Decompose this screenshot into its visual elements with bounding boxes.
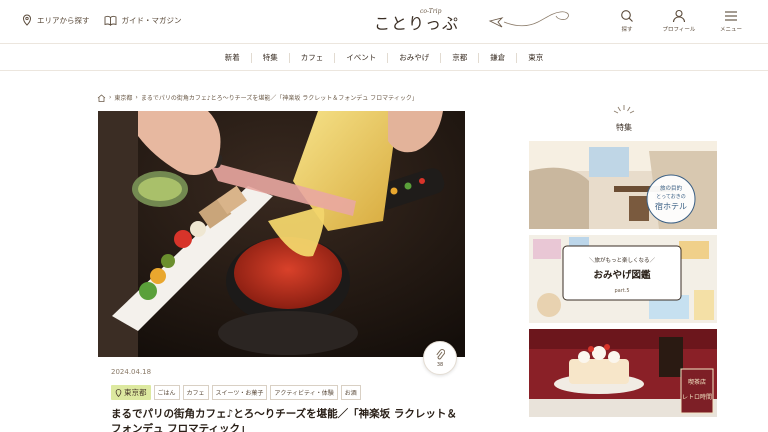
- hamburger-icon: [725, 11, 737, 21]
- header-left-links: エリアから探す ガイド・マガジン: [22, 14, 182, 26]
- feature-cafe-line1: 喫茶店: [688, 378, 706, 386]
- guide-magazine-label: ガイド・マガジン: [121, 15, 182, 25]
- feature-souvenir-line3: part.5: [614, 288, 629, 294]
- book-icon: [104, 15, 116, 26]
- nav-item-event[interactable]: イベント: [335, 52, 389, 63]
- feature-hotel-line2: とっておきの: [656, 193, 685, 200]
- nav-item-tokyo[interactable]: 東京: [517, 53, 554, 63]
- tag-gohan[interactable]: ごはん: [153, 385, 180, 400]
- feature-souvenir-line2: おみやげ図鑑: [593, 269, 651, 281]
- feature-cafe-image: 喫茶店 レトロ時間: [529, 329, 717, 417]
- sidebar-heading: 特集: [612, 101, 636, 133]
- area-tag-label: 東京都: [124, 388, 147, 397]
- tag-activity[interactable]: アクティビティ・体験: [270, 385, 338, 400]
- nav-item-souvenir[interactable]: おみやげ: [388, 52, 442, 63]
- raclette-photo: [98, 111, 465, 357]
- feature-card-retro-cafe[interactable]: 喫茶店 レトロ時間: [529, 329, 717, 417]
- article-title: まるでパリの街角カフェ♪とろ〜りチーズを堪能／「神楽坂 ラクレット＆フォンデュ …: [111, 408, 457, 432]
- area-search-link[interactable]: エリアから探す: [22, 14, 90, 26]
- breadcrumb: › 東京都 › まるでパリの街角カフェ♪とろ〜りチーズを堪能／「神楽坂 ラクレッ…: [97, 93, 418, 102]
- profile-label: プロフィール: [662, 27, 696, 33]
- search-icon: [621, 10, 633, 22]
- search-button[interactable]: 探す: [610, 9, 644, 33]
- search-label: 探す: [621, 27, 633, 33]
- feature-souvenir-line1: ＼旅がもっと楽しくなる／: [589, 256, 656, 264]
- map-pin-icon: [115, 388, 122, 397]
- breadcrumb-separator: ›: [135, 94, 138, 101]
- feature-hotel-image: 旅の目的 とっておきの 宿ホテル: [529, 141, 717, 229]
- sparkle-icon: [613, 105, 635, 114]
- feature-souvenir-image: ＼旅がもっと楽しくなる／ おみやげ図鑑 part.5: [529, 235, 717, 323]
- nav-item-new[interactable]: 新着: [214, 52, 252, 63]
- article-hero-image: [98, 111, 465, 357]
- paperclip-icon: [436, 348, 445, 359]
- tag-sweets[interactable]: スイーツ・お菓子: [211, 385, 268, 400]
- header-right-actions: 探す プロフィール メニュー: [610, 9, 748, 33]
- clip-count: 38: [436, 361, 444, 368]
- user-icon: [672, 9, 686, 23]
- menu-label: メニュー: [719, 27, 742, 33]
- nav-item-features[interactable]: 特集: [252, 52, 290, 63]
- feature-card-hotel[interactable]: 旅の目的 とっておきの 宿ホテル: [529, 141, 717, 229]
- category-nav: 新着 特集 カフェ イベント おみやげ 京都 鎌倉 東京: [0, 45, 768, 71]
- site-header: エリアから探す ガイド・マガジン ことりっぷ co-Trip 探す プロフィール…: [0, 0, 768, 44]
- tag-cafe[interactable]: カフェ: [182, 385, 209, 400]
- area-tag[interactable]: 東京都: [111, 385, 151, 400]
- paper-plane-icon: [488, 11, 569, 28]
- article-tags: 東京都 ごはん カフェ スイーツ・お菓子 アクティビティ・体験 お酒: [111, 385, 361, 400]
- clip-bookmark-button[interactable]: 38: [423, 341, 457, 375]
- nav-item-cafe[interactable]: カフェ: [290, 52, 336, 63]
- menu-button[interactable]: メニュー: [714, 9, 748, 33]
- map-pin-icon: [22, 14, 32, 26]
- guide-magazine-link[interactable]: ガイド・マガジン: [104, 15, 182, 26]
- article-date: 2024.04.18: [111, 368, 152, 376]
- profile-button[interactable]: プロフィール: [662, 9, 696, 33]
- breadcrumb-area[interactable]: 東京都: [114, 93, 132, 102]
- area-search-label: エリアから探す: [37, 15, 90, 25]
- feature-hotel-line1: 旅の目的: [660, 184, 683, 192]
- tag-alcohol[interactable]: お酒: [340, 385, 361, 400]
- sidebar-heading-label: 特集: [616, 123, 632, 132]
- logo-subtitle: co-Trip: [420, 8, 442, 15]
- feature-card-souvenir[interactable]: ＼旅がもっと楽しくなる／ おみやげ図鑑 part.5: [529, 235, 717, 323]
- breadcrumb-current: まるでパリの街角カフェ♪とろ〜りチーズを堪能／「神楽坂 ラクレット＆フォンデュ …: [140, 95, 418, 102]
- feature-cafe-line2: レトロ時間: [682, 393, 712, 401]
- home-icon[interactable]: [97, 93, 106, 102]
- site-logo[interactable]: ことりっぷ: [374, 10, 459, 34]
- feature-hotel-line3: 宿ホテル: [655, 201, 687, 211]
- breadcrumb-separator: ›: [109, 94, 112, 101]
- nav-item-kamakura[interactable]: 鎌倉: [479, 52, 518, 63]
- nav-item-kyoto[interactable]: 京都: [441, 52, 480, 63]
